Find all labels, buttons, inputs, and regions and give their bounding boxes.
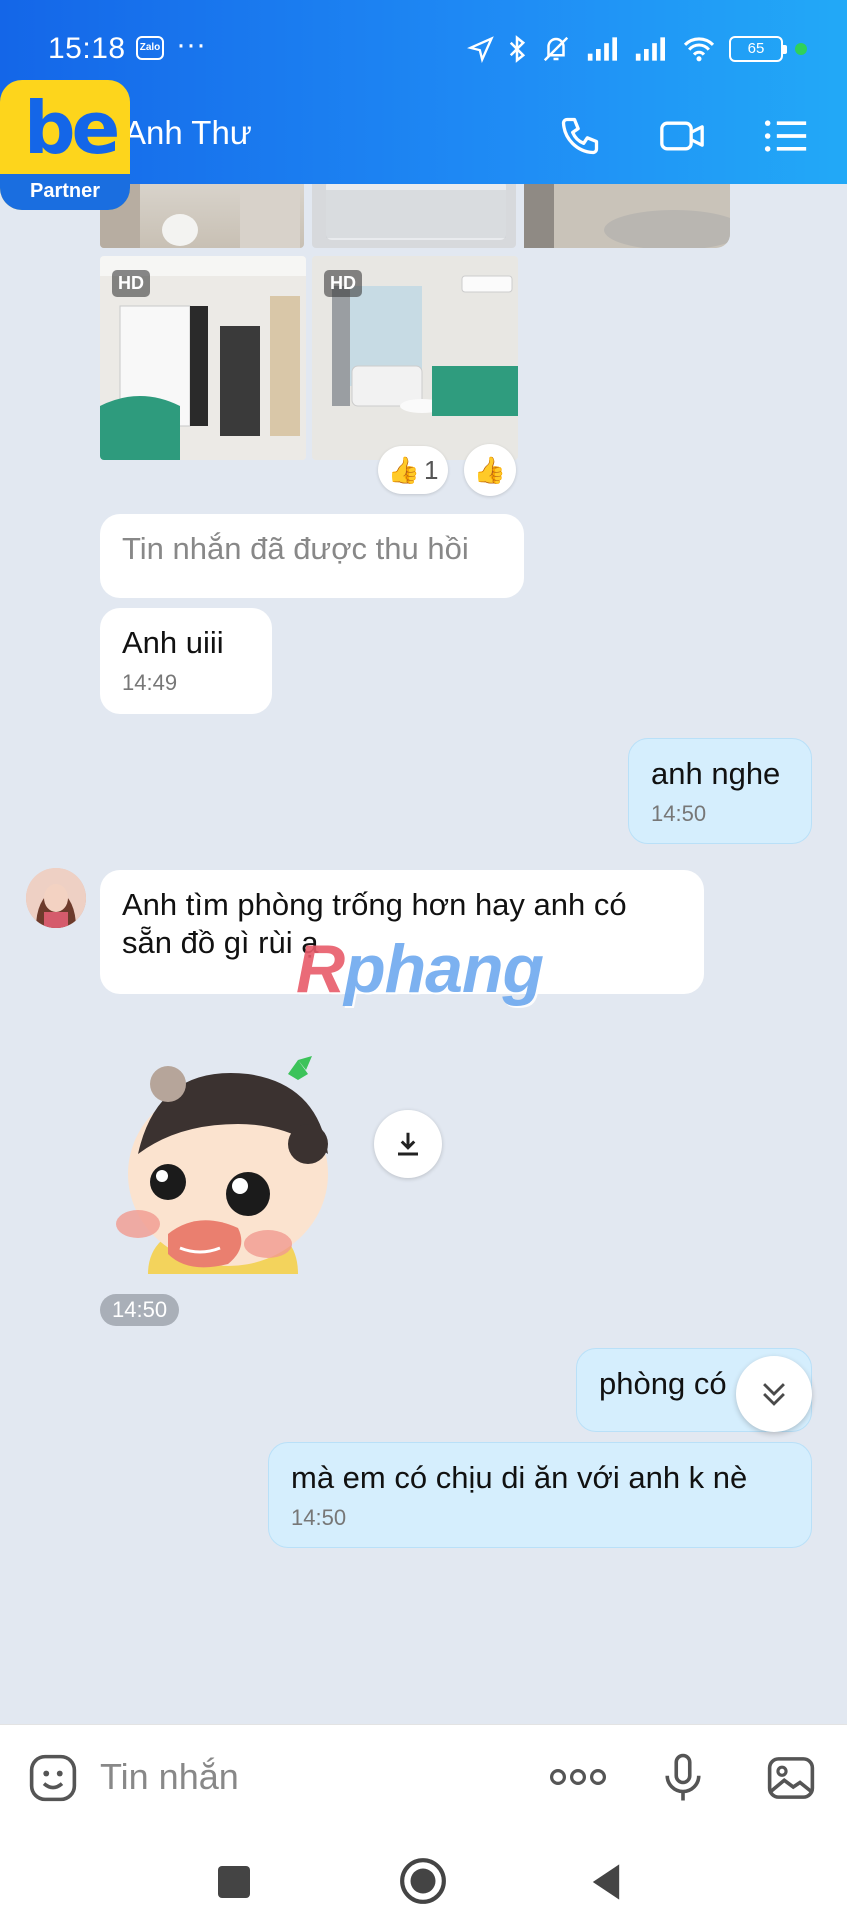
avatar-image (26, 868, 86, 928)
room-photo-bathroom[interactable] (100, 180, 304, 248)
partner-label: Partner (0, 174, 130, 210)
thumbs-up-icon: 👍 (473, 454, 507, 485)
message-bubble-outgoing[interactable]: mà em có chịu di ăn với anh k nè 14:50 (268, 1442, 812, 1548)
download-icon (398, 1132, 418, 1156)
watermark-rest: phang (344, 931, 544, 1007)
status-bar: 15:18 Zalo ··· 65 (0, 26, 847, 74)
signal-2-icon (635, 37, 665, 61)
message-time: 14:50 (651, 801, 707, 826)
more-dots-icon (549, 1769, 606, 1786)
more-notifications-icon: ··· (176, 28, 206, 61)
download-sticker-button[interactable] (374, 1110, 442, 1178)
back-button[interactable] (584, 1860, 628, 1904)
system-navigation-bar (0, 1828, 847, 1931)
message-text: mà em có chịu di ăn với anh k nè (291, 1460, 748, 1495)
sticker-time: 14:50 (100, 1294, 180, 1326)
chat-options-button[interactable] (762, 114, 810, 158)
be-logo-text: be (24, 86, 120, 170)
reaction-count: 1 (423, 454, 439, 485)
privacy-indicator-icon (795, 43, 807, 55)
message-composer (0, 1724, 847, 1828)
contact-avatar[interactable] (26, 868, 86, 928)
cartoon-girl-sticker (116, 1056, 328, 1274)
microphone-icon (665, 1753, 701, 1801)
room-photo-kitchen[interactable]: HD (100, 256, 306, 460)
sticker-message[interactable] (108, 1044, 358, 1284)
room-photo-sofa[interactable] (524, 180, 730, 248)
hd-badge: HD (324, 270, 362, 297)
message-time: 14:50 (291, 1505, 347, 1530)
recalled-message[interactable]: Tin nhắn đã được thu hồi (100, 514, 524, 598)
thumbs-up-icon: 👍 (387, 454, 420, 485)
room-photo-living[interactable]: HD (312, 256, 518, 460)
message-input[interactable] (100, 1747, 500, 1807)
hd-badge: HD (112, 270, 150, 297)
message-bubble-outgoing[interactable]: anh nghe 14:50 (628, 738, 812, 844)
add-like-reaction-button[interactable]: 👍 (464, 444, 516, 496)
circle-home-icon (400, 1858, 446, 1904)
message-text: anh nghe (651, 756, 781, 791)
bluetooth-icon (509, 35, 526, 63)
emoji-icon (29, 1754, 77, 1802)
message-bubble-incoming[interactable]: Anh uiii 14:49 (100, 608, 272, 714)
contact-name[interactable]: Anh Thư (124, 114, 252, 152)
triangle-back-icon (592, 1864, 620, 1900)
list-menu-icon (764, 120, 807, 152)
voice-message-button[interactable] (656, 1751, 710, 1805)
video-call-button[interactable] (658, 114, 706, 158)
zalo-notification-icon: Zalo (136, 36, 164, 60)
watermark-logo: Rphang (296, 930, 544, 1008)
more-actions-button[interactable] (548, 1757, 608, 1797)
double-chevron-down-icon (763, 1383, 785, 1406)
photo-bathroom-image (100, 180, 300, 248)
scroll-to-bottom-button[interactable] (736, 1356, 812, 1432)
reaction-like-count[interactable]: 👍 1 (378, 446, 448, 494)
status-icons: 65 (467, 34, 807, 64)
signal-1-icon (587, 37, 617, 61)
wifi-icon (683, 37, 715, 62)
location-icon (467, 36, 494, 63)
room-photo-bed[interactable] (312, 180, 516, 248)
message-list[interactable]: HD HD 👍 1 👍 Tin nhắn đã được thu hồi Anh… (0, 180, 847, 1724)
be-partner-logo: be Partner (0, 80, 130, 210)
message-time: 14:49 (122, 670, 178, 695)
square-icon (218, 1866, 250, 1898)
watermark-first-letter: R (296, 931, 345, 1007)
recalled-text: Tin nhắn đã được thu hồi (122, 531, 469, 566)
photo-sofa-image (524, 180, 730, 248)
send-image-button[interactable] (764, 1751, 818, 1805)
mute-icon (543, 36, 569, 62)
emoji-sticker-button[interactable] (26, 1751, 80, 1805)
phone-icon (561, 117, 599, 155)
video-camera-icon (660, 121, 704, 151)
photo-bed-image (326, 180, 506, 240)
status-time: 15:18 (48, 32, 126, 65)
battery-indicator: 65 (729, 36, 787, 62)
recent-apps-button[interactable] (214, 1862, 254, 1902)
image-icon (767, 1757, 815, 1799)
home-button[interactable] (398, 1856, 448, 1906)
voice-call-button[interactable] (556, 114, 604, 158)
message-text: Anh uiii (122, 625, 224, 660)
